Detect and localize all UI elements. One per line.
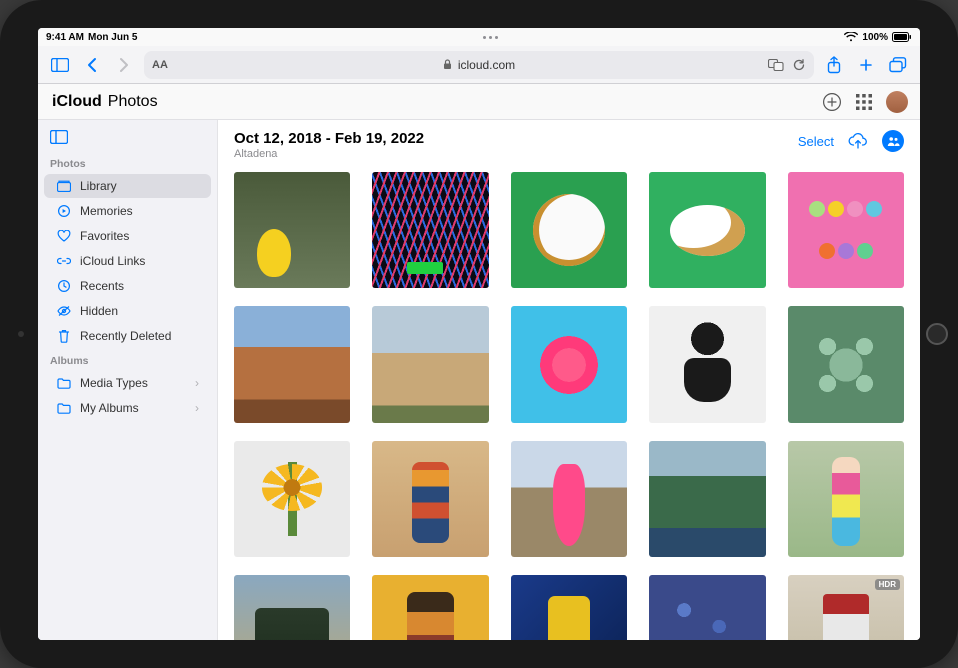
- photo-thumbnail[interactable]: [649, 441, 765, 557]
- photo-thumbnail[interactable]: [234, 306, 350, 422]
- sidebar-item-favorites[interactable]: Favorites: [44, 224, 211, 248]
- battery-icon: [892, 32, 912, 42]
- trash-icon: [56, 329, 72, 343]
- photo-thumbnail[interactable]: [788, 172, 904, 288]
- sidebar-item-label: Favorites: [80, 229, 129, 243]
- sidebar-item-recents[interactable]: Recents: [44, 274, 211, 298]
- sidebar-toggle-button[interactable]: [48, 53, 72, 77]
- app-header: iCloud Photos: [38, 84, 920, 120]
- heart-icon: [56, 230, 72, 242]
- upload-icon[interactable]: [848, 133, 868, 149]
- sidebar-item-label: Library: [80, 179, 117, 193]
- photo-thumbnail[interactable]: [234, 172, 350, 288]
- sidebar-item-label: Memories: [80, 204, 133, 218]
- library-icon: [56, 180, 72, 192]
- reader-aa-icon[interactable]: AA: [152, 59, 168, 71]
- eye-off-icon: [56, 305, 72, 317]
- sidebar-item-my-albums[interactable]: My Albums ›: [44, 396, 211, 420]
- url-bar[interactable]: AA icloud.com: [144, 51, 814, 79]
- home-button[interactable]: [926, 323, 948, 345]
- photo-grid-container: HDR: [218, 166, 920, 640]
- photo-thumbnail[interactable]: [788, 306, 904, 422]
- sidebar-section-albums: Albums: [38, 349, 217, 370]
- content-area: Photos Library Memories Favorites iCloud…: [38, 120, 920, 640]
- date-range: Oct 12, 2018 - Feb 19, 2022: [234, 130, 424, 147]
- sidebar-item-label: Recently Deleted: [80, 329, 171, 343]
- back-button[interactable]: [80, 53, 104, 77]
- chevron-right-icon: ›: [195, 401, 199, 415]
- forward-button: [112, 53, 136, 77]
- sidebar-item-library[interactable]: Library: [44, 174, 211, 198]
- location-label: Altadena: [234, 148, 424, 160]
- photo-thumbnail[interactable]: [511, 575, 627, 640]
- photo-thumbnail[interactable]: [372, 172, 488, 288]
- folder-icon: [56, 378, 72, 389]
- photo-thumbnail[interactable]: [788, 441, 904, 557]
- chevron-right-icon: ›: [195, 376, 199, 390]
- app-grid-icon[interactable]: [856, 94, 872, 110]
- folder-icon: [56, 403, 72, 414]
- sidebar-item-recently-deleted[interactable]: Recently Deleted: [44, 324, 211, 348]
- tabs-button[interactable]: [886, 53, 910, 77]
- sidebar-item-media-types[interactable]: Media Types ›: [44, 371, 211, 395]
- photo-thumbnail[interactable]: [511, 172, 627, 288]
- sidebar-item-label: Recents: [80, 279, 124, 293]
- photo-thumbnail[interactable]: [234, 575, 350, 640]
- memories-icon: [56, 204, 72, 218]
- brand-suffix: Photos: [108, 93, 158, 111]
- photo-thumbnail[interactable]: [649, 172, 765, 288]
- url-text: icloud.com: [458, 58, 515, 72]
- clock-icon: [56, 279, 72, 293]
- app-title: iCloud Photos: [50, 93, 158, 111]
- add-button[interactable]: [822, 92, 842, 112]
- photo-thumbnail[interactable]: [372, 441, 488, 557]
- new-tab-button[interactable]: [854, 53, 878, 77]
- photo-grid: HDR: [234, 172, 904, 640]
- sidebar: Photos Library Memories Favorites iCloud…: [38, 120, 218, 640]
- status-bar: 9:41 AM Mon Jun 5 100%: [38, 28, 920, 46]
- lock-icon: [443, 59, 452, 70]
- sidebar-collapse-button[interactable]: [38, 126, 217, 152]
- reload-icon[interactable]: [792, 58, 806, 72]
- photo-thumbnail[interactable]: HDR: [788, 575, 904, 640]
- device-camera: [18, 331, 24, 337]
- sidebar-item-icloud-links[interactable]: iCloud Links: [44, 249, 211, 273]
- ipad-device-frame: 9:41 AM Mon Jun 5 100%: [0, 0, 958, 668]
- photo-thumbnail[interactable]: [649, 575, 765, 640]
- status-date: Mon Jun 5: [88, 32, 137, 43]
- photo-thumbnail[interactable]: [511, 441, 627, 557]
- photo-thumbnail[interactable]: [372, 575, 488, 640]
- safari-toolbar: AA icloud.com: [38, 46, 920, 84]
- sidebar-item-label: My Albums: [80, 401, 139, 415]
- photo-thumbnail[interactable]: [372, 306, 488, 422]
- shared-library-icon[interactable]: [882, 130, 904, 152]
- account-avatar[interactable]: [886, 91, 908, 113]
- multitask-dots[interactable]: [483, 36, 498, 39]
- hdr-badge: HDR: [875, 579, 900, 590]
- photo-thumbnail[interactable]: [511, 306, 627, 422]
- photo-thumbnail[interactable]: [649, 306, 765, 422]
- battery-percent: 100%: [862, 32, 888, 43]
- share-button[interactable]: [822, 53, 846, 77]
- photo-thumbnail[interactable]: [234, 441, 350, 557]
- brand-prefix: iCloud: [52, 93, 102, 111]
- wifi-icon: [844, 32, 858, 42]
- translate-icon[interactable]: [768, 59, 784, 71]
- sidebar-item-label: iCloud Links: [80, 254, 145, 268]
- link-icon: [56, 255, 72, 267]
- sidebar-item-hidden[interactable]: Hidden: [44, 299, 211, 323]
- sidebar-item-label: Hidden: [80, 304, 118, 318]
- main-header: Oct 12, 2018 - Feb 19, 2022 Altadena Sel…: [218, 120, 920, 166]
- sidebar-item-label: Media Types: [80, 376, 148, 390]
- status-time: 9:41 AM: [46, 32, 84, 43]
- screen: 9:41 AM Mon Jun 5 100%: [38, 28, 920, 640]
- sidebar-section-photos: Photos: [38, 152, 217, 173]
- select-button[interactable]: Select: [798, 134, 834, 149]
- main-panel: Oct 12, 2018 - Feb 19, 2022 Altadena Sel…: [218, 120, 920, 640]
- sidebar-item-memories[interactable]: Memories: [44, 199, 211, 223]
